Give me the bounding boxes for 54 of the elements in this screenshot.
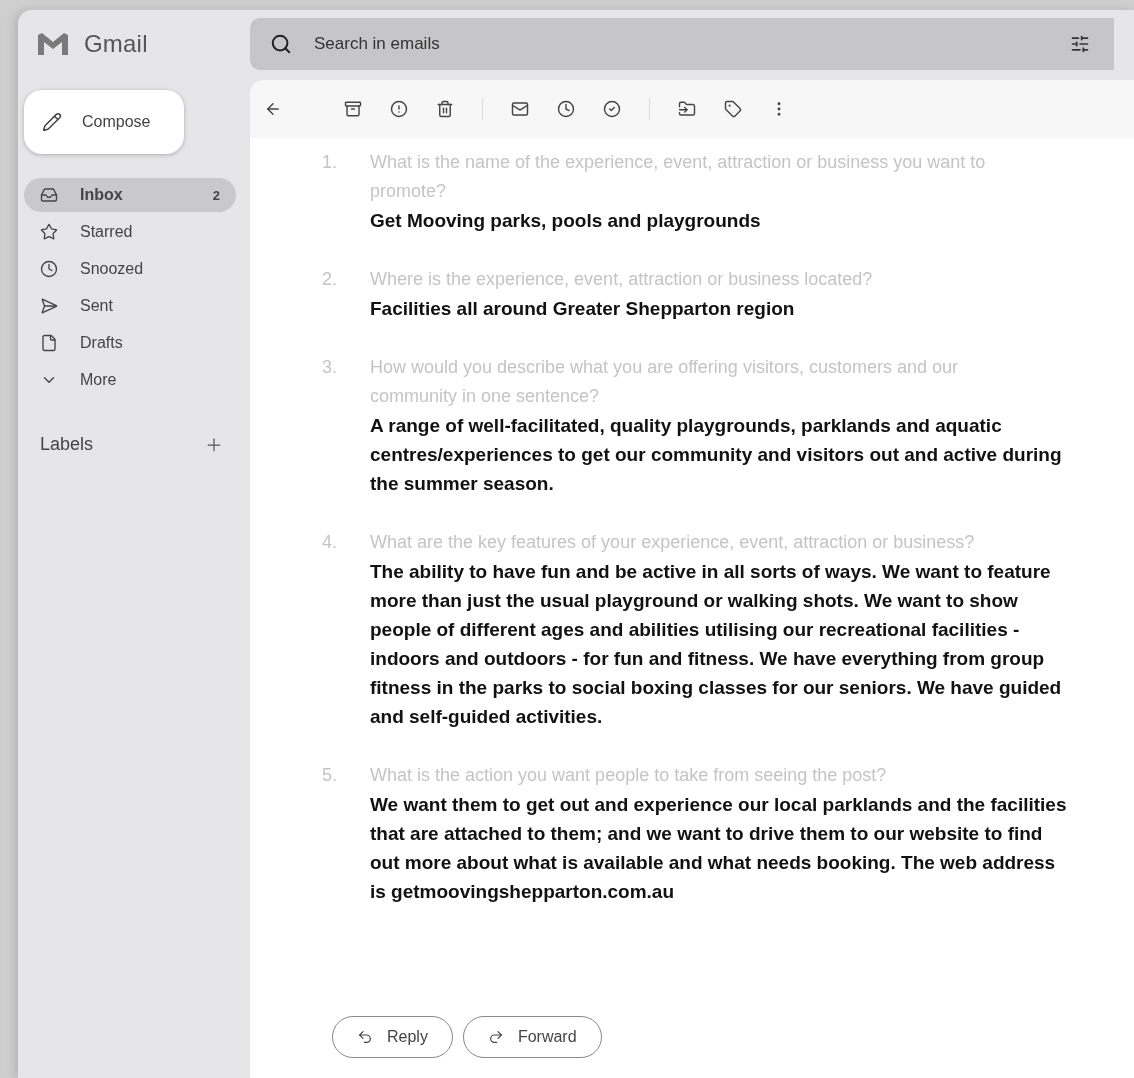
sidebar-item-label: Drafts <box>80 334 124 352</box>
sidebar-item-label: More <box>80 371 118 389</box>
question-number: 3. <box>322 356 338 379</box>
envelope-icon[interactable] <box>511 100 529 118</box>
search-bar[interactable]: Search in emails <box>250 18 1114 70</box>
sidebar-item-label: Snoozed <box>80 260 145 278</box>
answer-text: Get Mooving parks, pools and playgrounds <box>370 209 762 233</box>
sidebar-item[interactable]: More <box>24 363 236 397</box>
question-number: 1. <box>322 151 338 174</box>
reply-arrow-icon <box>357 1029 373 1045</box>
question-text: What is the action you want people to take from seeing the post? <box>370 764 888 787</box>
question-number: 5. <box>322 764 338 787</box>
question-number: 4. <box>322 531 338 554</box>
question-text: How would you describe what you are offering visitors, customers and our community in one sentence? <box>370 356 959 408</box>
sidebar-item[interactable]: Starred <box>24 215 236 249</box>
question-text: Where is the experience, event, attraction or business located? <box>370 268 874 291</box>
archive-icon[interactable] <box>344 100 362 118</box>
search-field[interactable]: Search in emails <box>312 33 1050 55</box>
sidebar-item[interactable]: Drafts <box>24 326 236 360</box>
answer-text: Facilities all around Greater Shepparton region <box>370 297 796 321</box>
alert-icon[interactable] <box>390 100 408 118</box>
answer-text: We want them to get out and experience our local parklands and the facilities that are attached to them; and we want to drive them to our website to find out more about what is available and what needs booking. The web address is getmoovingshepparton.com.au <box>370 793 1068 904</box>
tag-icon[interactable] <box>724 100 742 118</box>
clock-icon[interactable] <box>557 100 575 118</box>
compose-button[interactable]: Compose <box>24 90 184 154</box>
app-name: Gmail <box>84 30 148 58</box>
star-icon <box>40 223 58 241</box>
reply-button[interactable]: Reply <box>332 1016 453 1058</box>
check-circle-icon[interactable] <box>603 100 621 118</box>
answer-text: The ability to have fun and be active in all sorts of ways. We want to feature more than just the usual playground or walking shots. We want to show people of different ages and abilities utilising our recreational facilities - indoors and outdoors - for fun and fitness. We have everything from group fitness in the parks to social boxing classes for our seniors. We have guided and self-guided activities. <box>370 560 1063 729</box>
pencil-icon <box>42 112 62 132</box>
inbox-icon <box>40 186 58 204</box>
filter-icon[interactable] <box>1070 34 1090 54</box>
question-number: 2. <box>322 268 338 291</box>
clock-icon <box>40 260 58 278</box>
search-icon[interactable] <box>270 33 292 55</box>
logo-icon <box>36 31 70 57</box>
forward-arrow-icon <box>487 1029 504 1045</box>
forward-button[interactable]: Forward <box>462 1016 602 1058</box>
sidebar-item-label: Sent <box>80 297 114 315</box>
sidebar-item-label: Starred <box>80 223 134 241</box>
answer-text: A range of well-facilitated, quality playgrounds, parklands and aquatic centres/experiences to get our community and visitors out and active during the summer season. <box>370 414 1063 496</box>
unread-count: 2 <box>212 187 220 203</box>
sidebar-item[interactable]: Inbox 2 <box>24 178 236 212</box>
sidebar-item[interactable]: Sent <box>24 289 236 323</box>
sidebar-item[interactable]: Snoozed <box>24 252 236 286</box>
send-icon <box>40 297 58 315</box>
trash-icon[interactable] <box>436 100 454 118</box>
question-text: What is the name of the experience, event, attraction or business you want to promote? <box>370 151 987 203</box>
sidebar-item-label: Inbox <box>80 186 124 204</box>
question-text: What are the key features of your experience, event, attraction or business? <box>370 531 976 554</box>
labels-heading: Labels <box>40 434 94 455</box>
folder-icon[interactable] <box>678 100 696 118</box>
document-icon <box>40 334 58 352</box>
